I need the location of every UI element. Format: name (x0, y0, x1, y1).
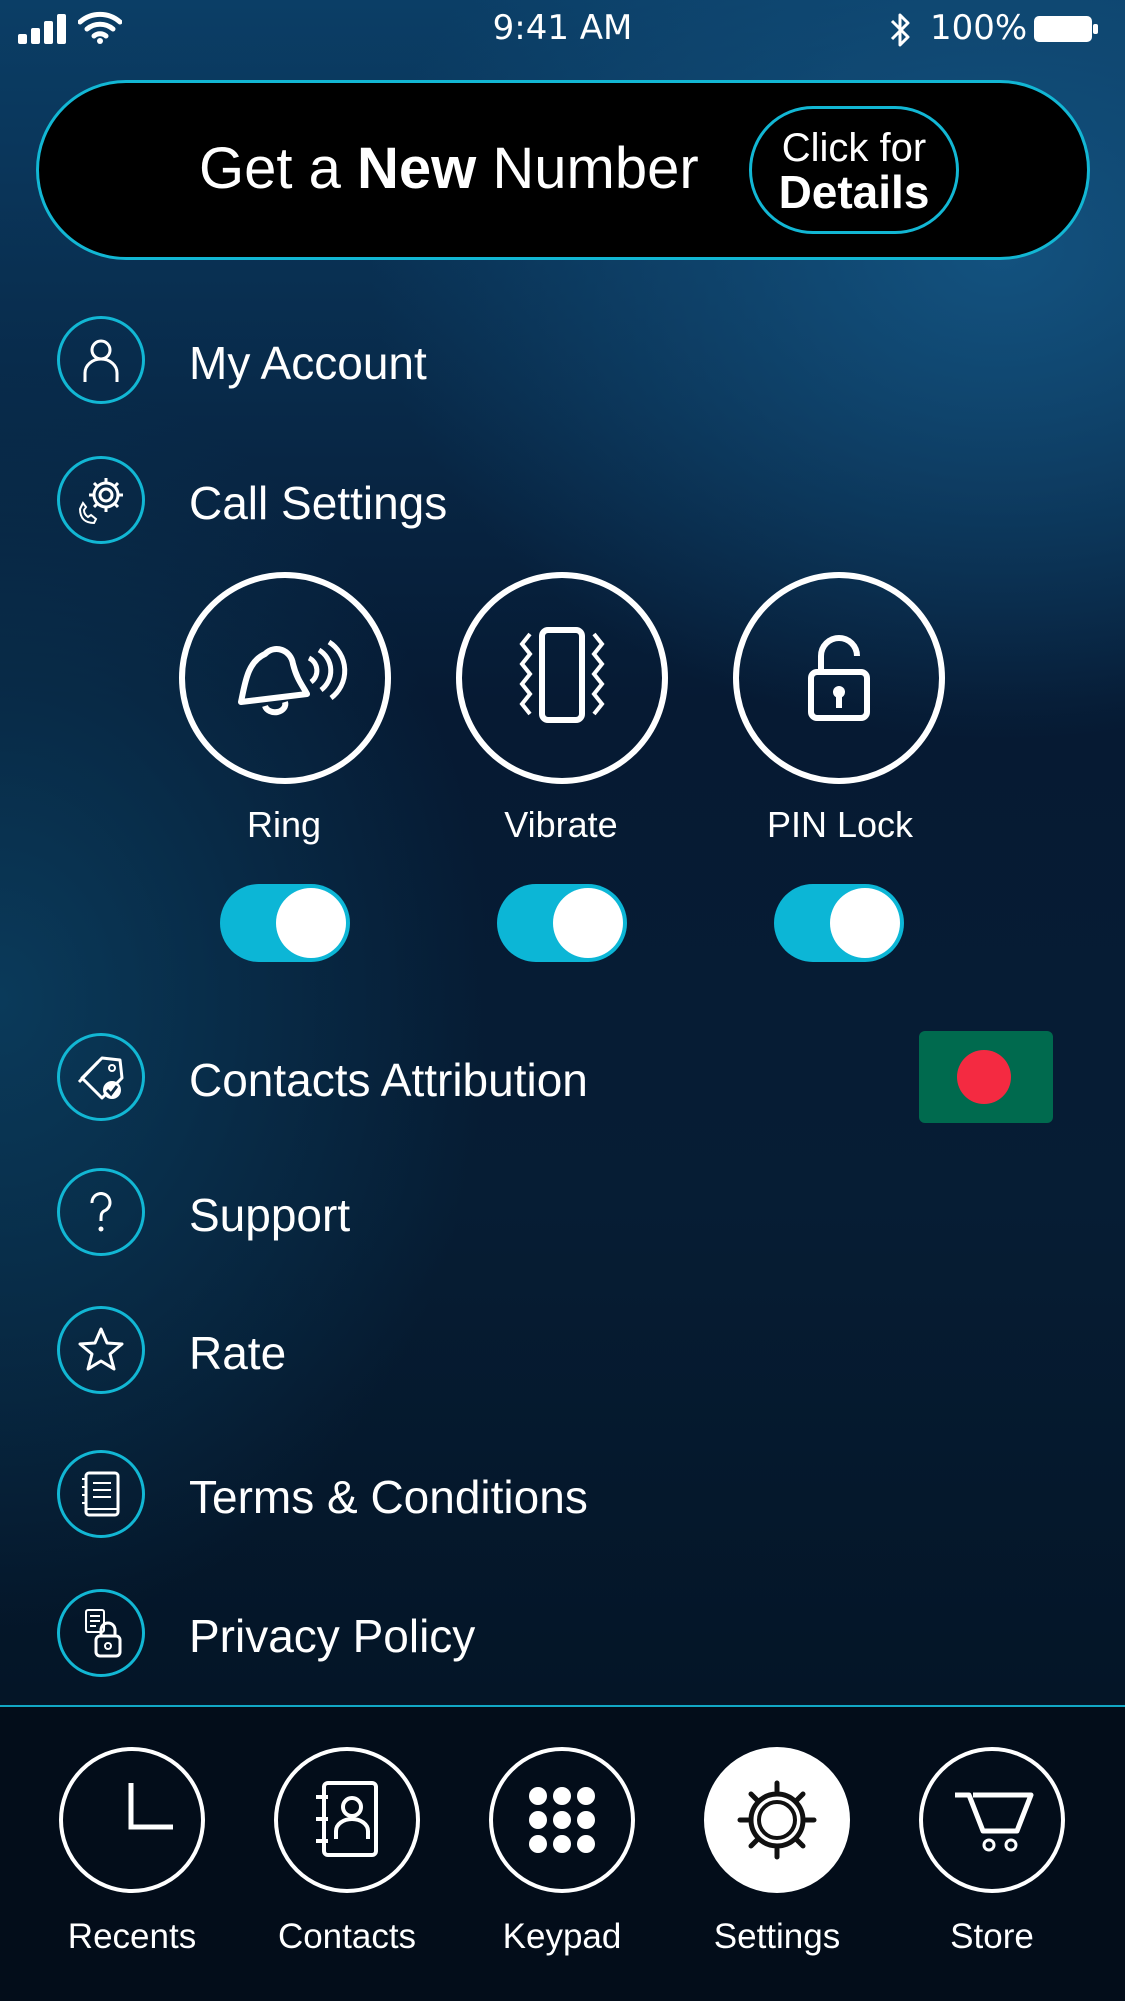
bell-ring-icon (238, 639, 348, 716)
unlock-icon (808, 635, 870, 721)
cart-icon (919, 1747, 1065, 1893)
details-button[interactable]: Click for Details (749, 106, 959, 234)
menu-label-my-account: My Account (189, 337, 427, 389)
pin-lock-label: PIN Lock (766, 804, 914, 845)
pin-lock-toggle[interactable] (774, 884, 904, 962)
pin-lock-button[interactable] (733, 572, 945, 784)
vibrate-button[interactable] (456, 572, 668, 784)
menu-label-support: Support (189, 1189, 351, 1241)
tag-check-icon (57, 1033, 145, 1121)
battery-icon (1034, 16, 1098, 42)
bluetooth-icon (890, 13, 910, 47)
settings-gear-icon (704, 1747, 850, 1893)
menu-label-rate: Rate (189, 1327, 287, 1379)
ring-label: Ring (246, 804, 322, 845)
vibrate-toggle[interactable] (497, 884, 627, 962)
battery-percentage: 100% (930, 8, 1028, 48)
tab-contacts[interactable]: Contacts (257, 1747, 437, 1987)
contacts-book-icon (274, 1747, 420, 1893)
banner-title: Get a New Number (199, 136, 699, 201)
menu-item-call-settings[interactable]: Call Settings (57, 456, 1057, 546)
menu-item-terms[interactable]: Terms & Conditions (57, 1450, 1057, 1540)
question-icon (57, 1168, 145, 1256)
tab-settings[interactable]: Settings (687, 1747, 867, 1987)
keypad-icon (489, 1747, 635, 1893)
vibrate-label: Vibrate (504, 804, 618, 845)
tab-label-recents: Recents (67, 1917, 197, 1956)
document-icon (57, 1450, 145, 1538)
menu-label-terms: Terms & Conditions (189, 1471, 588, 1523)
details-button-line2: Details (778, 166, 930, 218)
menu-label-call-settings: Call Settings (189, 477, 448, 529)
star-icon (57, 1306, 145, 1394)
tab-keypad[interactable]: Keypad (472, 1747, 652, 1987)
user-icon (57, 316, 145, 404)
vibrate-phone-icon (519, 627, 605, 723)
bangladesh-flag[interactable] (919, 1031, 1053, 1123)
ring-button[interactable] (179, 572, 391, 784)
tab-store[interactable]: Store (902, 1747, 1082, 1987)
privacy-lock-icon (57, 1589, 145, 1677)
tab-label-contacts: Contacts (277, 1917, 417, 1956)
menu-item-rate[interactable]: Rate (57, 1306, 1057, 1396)
tab-recents[interactable]: Recents (42, 1747, 222, 1987)
status-bar: 9:41 AM 100% (0, 0, 1125, 60)
tab-label-settings: Settings (713, 1917, 841, 1956)
details-button-line1: Click for (781, 126, 927, 170)
ring-toggle[interactable] (220, 884, 350, 962)
menu-item-my-account[interactable]: My Account (57, 316, 1057, 406)
clock-icon (59, 1747, 205, 1893)
new-number-banner[interactable]: Get a New Number Click for Details (36, 80, 1090, 260)
menu-item-privacy[interactable]: Privacy Policy (57, 1589, 1057, 1679)
tab-label-keypad: Keypad (502, 1917, 622, 1956)
menu-item-contacts-attribution[interactable]: Contacts Attribution (57, 1033, 1057, 1123)
menu-item-support[interactable]: Support (57, 1168, 1057, 1258)
call-settings-icon (57, 456, 145, 544)
menu-label-privacy: Privacy Policy (189, 1610, 476, 1662)
menu-label-contacts-attribution: Contacts Attribution (189, 1054, 588, 1106)
tab-label-store: Store (950, 1917, 1034, 1956)
tab-bar: Recents Contacts Keypad Settings Store (0, 1705, 1125, 2001)
